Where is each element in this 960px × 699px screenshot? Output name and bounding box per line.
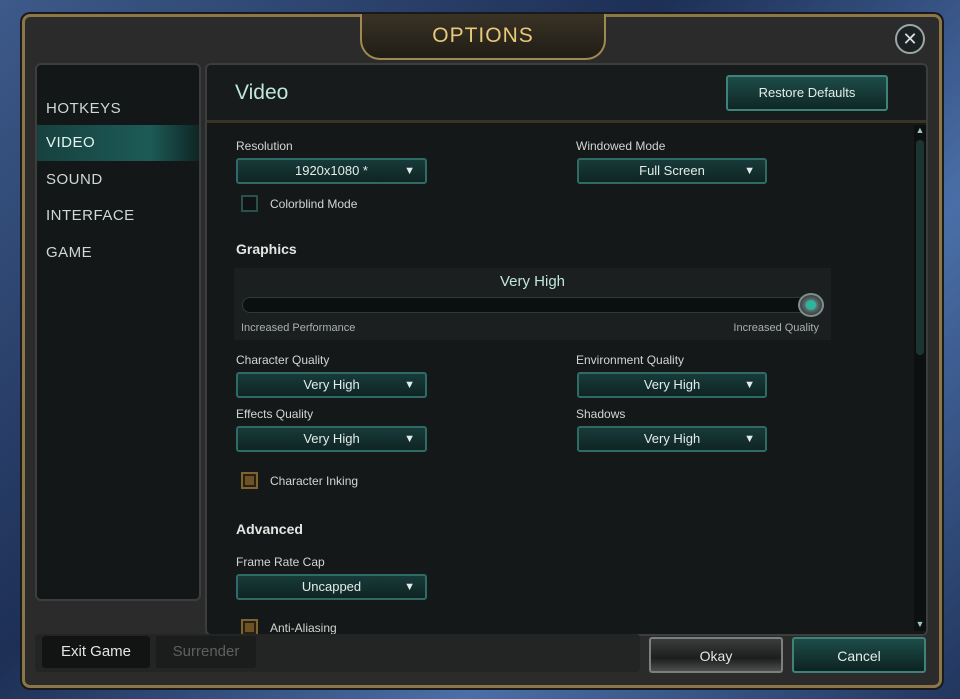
resolution-dropdown[interactable]: 1920x1080 * ▼ xyxy=(236,158,427,184)
effects-quality-dropdown[interactable]: Very High ▼ xyxy=(236,426,427,452)
environment-quality-dropdown[interactable]: Very High ▼ xyxy=(577,372,767,398)
colorblind-checkbox[interactable] xyxy=(241,195,258,212)
windowed-mode-label: Windowed Mode xyxy=(576,139,666,153)
character-inking-checkbox[interactable] xyxy=(241,472,258,489)
restore-defaults-button[interactable]: Restore Defaults xyxy=(726,75,888,111)
sidebar-item-hotkeys[interactable]: HOTKEYS xyxy=(37,91,199,127)
sidebar-item-video[interactable]: VIDEO xyxy=(37,125,199,161)
effects-quality-label: Effects Quality xyxy=(236,407,314,421)
exit-game-button[interactable]: Exit Game xyxy=(42,636,150,668)
dialog-title: OPTIONS xyxy=(360,14,606,60)
resolution-label: Resolution xyxy=(236,139,293,153)
sidebar: HOTKEYS VIDEO SOUND INTERFACE GAME xyxy=(35,63,201,601)
close-icon[interactable]: ✕ xyxy=(895,24,925,54)
scrollbar[interactable]: ▲ ▼ xyxy=(914,125,926,631)
windowed-mode-dropdown[interactable]: Full Screen ▼ xyxy=(577,158,767,184)
chevron-down-icon: ▼ xyxy=(744,379,755,391)
chevron-down-icon: ▼ xyxy=(404,379,415,391)
graphics-level: Very High xyxy=(499,273,566,290)
chevron-down-icon: ▼ xyxy=(404,165,415,177)
scroll-up-icon[interactable]: ▲ xyxy=(914,125,926,137)
scroll-down-icon[interactable]: ▼ xyxy=(914,619,926,631)
effects-quality-value: Very High xyxy=(303,431,360,446)
colorblind-label: Colorblind Mode xyxy=(270,197,358,211)
surrender-button[interactable]: Surrender xyxy=(156,636,256,668)
scrollbar-thumb[interactable] xyxy=(916,140,924,355)
frame-rate-label: Frame Rate Cap xyxy=(236,555,325,569)
environment-quality-label: Environment Quality xyxy=(576,353,685,367)
graphics-heading: Graphics xyxy=(236,241,297,257)
chevron-down-icon: ▼ xyxy=(744,165,755,177)
resolution-value: 1920x1080 * xyxy=(294,163,368,178)
graphics-slider-box: Very High Increased Performance Increase… xyxy=(234,268,831,340)
windowed-mode-value: Full Screen xyxy=(639,163,705,178)
anti-aliasing-label: Anti-Aliasing xyxy=(270,621,337,635)
frame-rate-dropdown[interactable]: Uncapped ▼ xyxy=(236,574,427,600)
page-title: Video xyxy=(235,81,289,104)
advanced-heading: Advanced xyxy=(236,521,303,537)
character-quality-dropdown[interactable]: Very High ▼ xyxy=(236,372,427,398)
chevron-down-icon: ▼ xyxy=(404,581,415,593)
slider-max-label: Increased Quality xyxy=(733,322,819,334)
sidebar-item-interface[interactable]: INTERFACE xyxy=(37,198,199,234)
frame-rate-value: Uncapped xyxy=(301,579,362,594)
video-panel: Video Restore Defaults Resolution 1920x1… xyxy=(205,63,928,636)
graphics-slider-handle[interactable] xyxy=(798,293,824,317)
chevron-down-icon: ▼ xyxy=(744,433,755,445)
shadows-value: Very High xyxy=(643,431,701,446)
sidebar-item-game[interactable]: GAME xyxy=(37,235,199,271)
environment-quality-value: Very High xyxy=(643,377,701,392)
sidebar-item-sound[interactable]: SOUND xyxy=(37,162,199,198)
shadows-label: Shadows xyxy=(576,407,626,421)
character-quality-label: Character Quality xyxy=(236,353,330,367)
slider-min-label: Increased Performance xyxy=(241,322,356,334)
chevron-down-icon: ▼ xyxy=(404,433,415,445)
shadows-dropdown[interactable]: Very High ▼ xyxy=(577,426,767,452)
cancel-button[interactable]: Cancel xyxy=(792,637,926,673)
character-inking-label: Character Inking xyxy=(270,474,359,488)
character-quality-value: Very High xyxy=(303,377,360,392)
okay-button[interactable]: Okay xyxy=(649,637,783,673)
graphics-slider-track[interactable] xyxy=(242,297,824,313)
